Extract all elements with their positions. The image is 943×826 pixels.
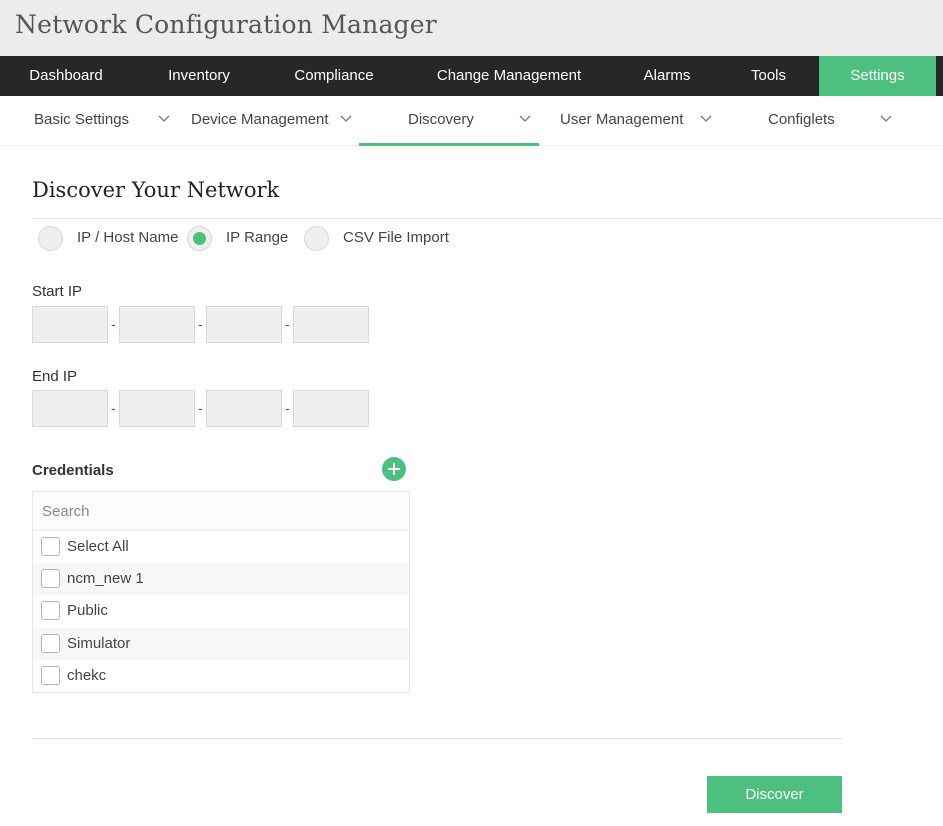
subnav-basic-settings[interactable]: Basic Settings <box>20 96 185 146</box>
list-item-select-all: Select All <box>33 531 409 563</box>
subnav-configlets[interactable]: Configlets <box>724 96 904 146</box>
start-ip-octet-1[interactable] <box>32 306 108 343</box>
chevron-down-icon <box>880 115 892 122</box>
ip-separator: - <box>285 400 290 416</box>
subnav-basic-settings-label: Basic Settings <box>34 111 130 128</box>
subnav-user-management[interactable]: User Management <box>539 96 724 146</box>
nav-inventory[interactable]: Inventory <box>132 56 266 96</box>
chevron-down-icon <box>340 115 352 122</box>
end-ip-label: End IP <box>32 368 78 385</box>
credentials-list: Select All ncm_new 1 Public Simulator ch… <box>32 491 410 693</box>
end-ip-octet-4[interactable] <box>293 390 369 427</box>
list-item: chekc <box>33 660 409 692</box>
start-ip-octet-3[interactable] <box>206 306 282 343</box>
start-ip-octet-2[interactable] <box>119 306 195 343</box>
list-item: ncm_new 1 <box>33 563 409 595</box>
credential-checkbox[interactable] <box>41 634 60 653</box>
select-all-checkbox[interactable] <box>41 537 60 556</box>
ip-separator: - <box>198 316 203 332</box>
ip-separator: - <box>285 316 290 332</box>
radio-csv-file-import[interactable] <box>304 226 329 251</box>
nav-dashboard[interactable]: Dashboard <box>0 56 132 96</box>
start-ip-label: Start IP <box>32 283 83 300</box>
nav-tools[interactable]: Tools <box>718 56 819 96</box>
nav-compliance[interactable]: Compliance <box>266 56 402 96</box>
subnav-configlets-label: Configlets <box>768 111 835 128</box>
ip-separator: - <box>198 400 203 416</box>
chevron-down-icon <box>700 115 712 122</box>
credential-label: Simulator <box>67 635 131 652</box>
nav-change-management[interactable]: Change Management <box>402 56 616 96</box>
list-item: Simulator <box>33 628 409 660</box>
radio-ip-host-name-label: IP / Host Name <box>77 229 179 246</box>
settings-subnav: Basic Settings Device Management Discove… <box>0 96 943 146</box>
subnav-discovery[interactable]: Discovery <box>359 96 539 146</box>
credential-checkbox[interactable] <box>41 569 60 588</box>
subnav-discovery-label: Discovery <box>408 111 474 128</box>
active-tab-indicator <box>359 143 539 146</box>
subnav-device-management-label: Device Management <box>191 111 329 128</box>
select-all-label: Select All <box>67 538 129 555</box>
end-ip-octet-2[interactable] <box>119 390 195 427</box>
subnav-user-management-label: User Management <box>560 111 684 128</box>
credential-checkbox[interactable] <box>41 601 60 620</box>
subnav-device-management[interactable]: Device Management <box>185 96 359 146</box>
end-ip-octet-3[interactable] <box>206 390 282 427</box>
divider <box>32 738 842 739</box>
credential-checkbox[interactable] <box>41 666 60 685</box>
radio-csv-file-import-label: CSV File Import <box>343 229 449 246</box>
radio-ip-range-label: IP Range <box>226 229 289 246</box>
end-ip-octet-1[interactable] <box>32 390 108 427</box>
list-item: Public <box>33 595 409 627</box>
main-nav: Dashboard Inventory Compliance Change Ma… <box>0 56 943 96</box>
start-ip-octet-4[interactable] <box>293 306 369 343</box>
ip-separator: - <box>111 316 116 332</box>
ip-separator: - <box>111 400 116 416</box>
credentials-label: Credentials <box>32 462 114 479</box>
page-title: Discover Your Network <box>32 178 280 202</box>
credential-label: Public <box>67 602 108 619</box>
chevron-down-icon <box>158 115 170 122</box>
nav-alarms[interactable]: Alarms <box>616 56 718 96</box>
credential-search-input[interactable] <box>33 492 409 531</box>
add-credential-button[interactable] <box>382 457 406 481</box>
radio-ip-range[interactable] <box>187 226 212 251</box>
radio-ip-host-name[interactable] <box>38 226 63 251</box>
discover-button[interactable]: Discover <box>707 776 842 813</box>
divider <box>32 218 943 219</box>
credential-label: ncm_new 1 <box>67 570 144 587</box>
credential-label: chekc <box>67 667 107 684</box>
nav-settings[interactable]: Settings <box>819 56 936 96</box>
app-header: Network Configuration Manager <box>0 0 943 56</box>
app-title: Network Configuration Manager <box>15 10 437 39</box>
chevron-down-icon <box>519 115 531 122</box>
